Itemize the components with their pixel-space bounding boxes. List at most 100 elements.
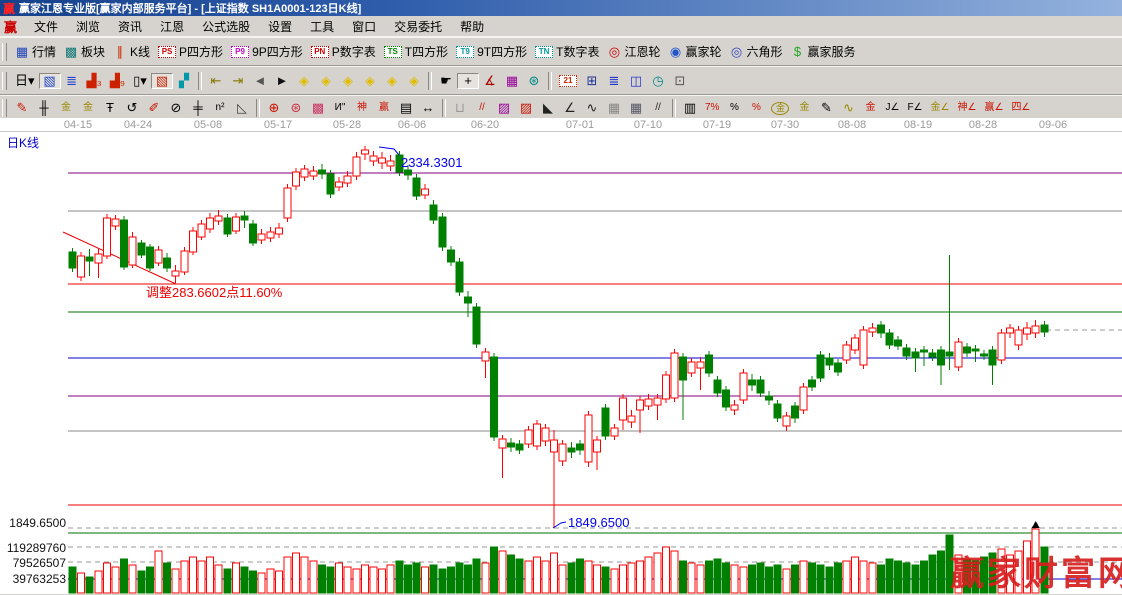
menu-item-6[interactable]: 工具 — [301, 19, 343, 35]
diamond-all-button[interactable]: ◈ — [403, 73, 425, 89]
winner-wheel-button[interactable]: ◉赢家轮 — [664, 42, 725, 61]
grid-box-1-tool[interactable]: ▦ — [603, 100, 625, 116]
prev-bar-button[interactable]: ◄ — [249, 73, 271, 89]
j-angle-tool[interactable]: J∠ — [881, 100, 903, 116]
menu-item-9[interactable]: 帮助 — [451, 19, 493, 35]
toolbar-grip[interactable] — [2, 43, 7, 61]
ruler-123-tool[interactable]: ▤ — [395, 100, 417, 116]
percent-lines-tool[interactable]: % — [745, 100, 767, 116]
gann-grid-tool-button[interactable]: ▦ — [501, 73, 523, 89]
chart-panel[interactable]: 04-1504-2405-0805-1705-2806-0606-2007-01… — [0, 118, 1122, 594]
h-arrows-tool[interactable]: ↔ — [417, 100, 439, 116]
pen-candle-tool[interactable]: ✎ — [815, 100, 837, 116]
gold-red-lines-tool[interactable]: 金 — [859, 100, 881, 116]
parallel-lines-tool[interactable]: // — [647, 100, 669, 116]
calculator-button[interactable]: ⊞ — [581, 73, 603, 89]
chart-9-button[interactable]: ▟₉ — [106, 73, 129, 89]
f-ruler-tool[interactable]: Ŧ — [99, 100, 121, 116]
menu-item-8[interactable]: 交易委托 — [385, 19, 451, 35]
t-square-button[interactable]: TST四方形 — [380, 42, 452, 61]
chart-canvas[interactable]: 2334.33011849.6500调整283.6602点11.60% — [0, 118, 1122, 594]
menu-item-0[interactable]: 文件 — [25, 19, 67, 35]
quotes-button[interactable]: ▦行情 — [11, 42, 60, 61]
notes-button[interactable]: ≣ — [603, 73, 625, 89]
diamond-star-button[interactable]: ◈ — [359, 73, 381, 89]
last-bar-button[interactable]: ⇥ — [227, 73, 249, 89]
chart-3-button[interactable]: ▟₃ — [83, 73, 106, 89]
purple-fan-box-tool[interactable]: ▨ — [493, 100, 515, 116]
kline-period-dropdown[interactable]: 日▾ — [11, 73, 39, 89]
info-list-button[interactable]: ≣ — [61, 73, 83, 89]
ying-angle-tool[interactable]: 赢∠ — [980, 100, 1007, 116]
world-clock-button[interactable]: ◷ — [647, 73, 669, 89]
t9-square-button[interactable]: T99T四方形 — [452, 42, 531, 61]
pattern-red-button[interactable]: ▧ — [151, 73, 173, 89]
shen-hash-tool[interactable]: 神 — [351, 100, 373, 116]
t-number-table-button[interactable]: TNT数字表 — [531, 42, 603, 61]
f-angle-tool[interactable]: F∠ — [903, 100, 926, 116]
web-box-tool[interactable]: ▩ — [307, 100, 329, 116]
zigzag-tool[interactable]: ∿ — [581, 100, 603, 116]
gold-ruler-2-tool[interactable]: 金 — [77, 100, 99, 116]
red-hatch-box-tool[interactable]: ▨ — [515, 100, 537, 116]
p9-square-button[interactable]: P99P四方形 — [227, 42, 307, 61]
p-number-table-button[interactable]: PNP数字表 — [307, 42, 380, 61]
hash-ruler-tool[interactable]: ╫ — [33, 100, 55, 116]
diamond-left-button[interactable]: ◈ — [293, 73, 315, 89]
first-bar-button[interactable]: ⇤ — [205, 73, 227, 89]
red-web-tool[interactable]: ⊛ — [285, 100, 307, 116]
gold-lines-tool[interactable]: 金 — [793, 100, 815, 116]
spiral-tool[interactable]: ↺ — [121, 100, 143, 116]
target-cross-tool[interactable]: ⊕ — [263, 100, 285, 116]
gray-box-tool[interactable]: ⊔ — [449, 100, 471, 116]
si-angle-tool[interactable]: 四∠ — [1007, 100, 1034, 116]
circle-hash-tool[interactable]: ⊘ — [165, 100, 187, 116]
kline-button[interactable]: ∥K线 — [109, 42, 154, 61]
shen-angle-tool[interactable]: 神∠ — [954, 100, 981, 116]
percent-7-tool[interactable]: 7% — [701, 100, 723, 116]
toolbar-grip[interactable] — [2, 99, 7, 117]
hexagon-button[interactable]: ◎六角形 — [726, 42, 787, 61]
pen-nib-tool[interactable]: ◣ — [537, 100, 559, 116]
angle-measure-button[interactable]: ∡ — [479, 73, 501, 89]
n2-ruler-tool[interactable]: n² — [209, 100, 231, 116]
crosshair-tool-button[interactable]: + — [457, 73, 479, 89]
set-square-tool[interactable]: ◺ — [231, 100, 253, 116]
sectors-button[interactable]: ▩板块 — [60, 42, 109, 61]
menu-item-1[interactable]: 浏览 — [67, 19, 109, 35]
percent-tool[interactable]: % — [723, 100, 745, 116]
diamond-plus-button[interactable]: ◈ — [381, 73, 403, 89]
candle-style-dropdown[interactable]: ▯▾ — [129, 73, 151, 89]
gann-wheel-button[interactable]: ◎江恩轮 — [603, 42, 664, 61]
menu-item-4[interactable]: 公式选股 — [193, 19, 259, 35]
menu-item-3[interactable]: 江恩 — [151, 19, 193, 35]
red-pen-2-tool[interactable]: ✐ — [143, 100, 165, 116]
ying-hash-tool[interactable]: 赢 — [373, 100, 395, 116]
gold-circle-tool[interactable]: 金 — [767, 101, 793, 116]
red-fan-tool[interactable]: // — [471, 100, 493, 116]
wave-gold-tool[interactable]: ∿ — [837, 100, 859, 116]
red-pen-tool[interactable]: ✎ — [11, 100, 33, 116]
next-bar-button[interactable]: ► — [271, 73, 293, 89]
circle-tool-button[interactable]: ⊛ — [523, 73, 545, 89]
menu-item-2[interactable]: 资讯 — [109, 19, 151, 35]
p-square-button[interactable]: PSP四方形 — [154, 42, 227, 61]
pattern-blue-button[interactable]: ▧ — [39, 73, 61, 89]
diamond-right-button[interactable]: ◈ — [315, 73, 337, 89]
i-quote-tool[interactable]: И" — [329, 100, 351, 116]
bar-stats-tool[interactable]: ▥ — [679, 100, 701, 116]
toolbar-grip[interactable] — [2, 72, 7, 90]
hand-tool-button[interactable]: ☛ — [435, 73, 457, 89]
grid-box-2-tool[interactable]: ▦ — [625, 100, 647, 116]
gold-angle-tool[interactable]: 金∠ — [927, 100, 954, 116]
menu-item-5[interactable]: 设置 — [259, 19, 301, 35]
winner-service-button[interactable]: $赢家服务 — [787, 42, 860, 61]
color-histogram-button[interactable]: ▞ — [173, 73, 195, 89]
app-menu-icon[interactable]: 赢 — [0, 17, 25, 36]
angle-lines-tool[interactable]: ∠ — [559, 100, 581, 116]
print-button[interactable]: ⊡ — [669, 73, 691, 89]
menu-item-7[interactable]: 窗口 — [343, 19, 385, 35]
hash-2-tool[interactable]: ╪ — [187, 100, 209, 116]
save-button[interactable]: ◫ — [625, 73, 647, 89]
diamond-hmove-button[interactable]: ◈ — [337, 73, 359, 89]
